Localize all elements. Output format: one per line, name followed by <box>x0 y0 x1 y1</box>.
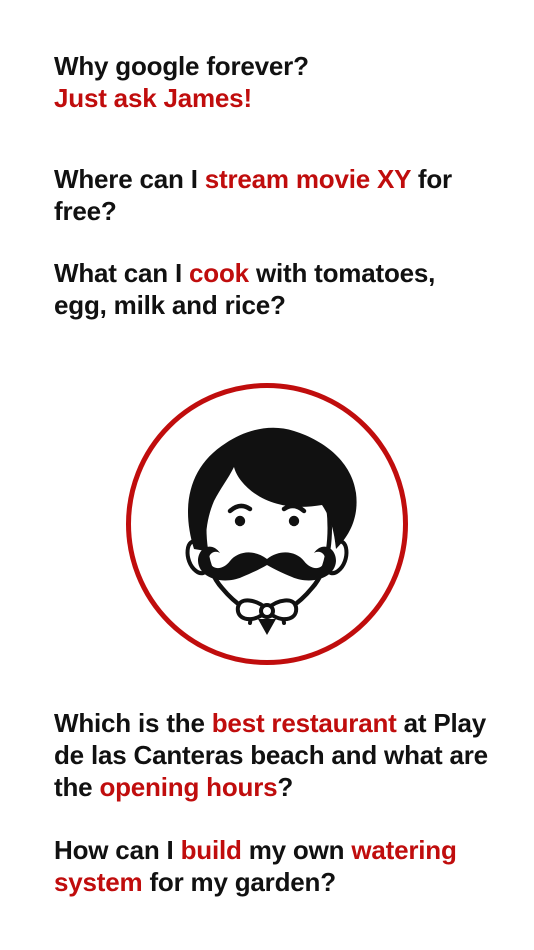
example-question-restaurant: Which is the best restaurant at Play de … <box>54 707 494 803</box>
example-question-watering: How can I build my own watering system f… <box>54 834 494 898</box>
question-text: Where can I <box>54 164 205 194</box>
question-keyword: stream movie XY <box>204 164 411 194</box>
intro-question: Why google forever? <box>54 51 309 81</box>
intro-heading: Why google forever? Just ask James! <box>54 50 494 114</box>
question-keyword: cook <box>189 258 249 288</box>
question-keyword: build <box>180 835 242 865</box>
question-keyword: best restaurant <box>211 708 397 738</box>
example-question-cook: What can I cook with tomatoes, egg, milk… <box>54 257 494 321</box>
question-text: Which is the <box>54 708 212 738</box>
question-text: What can I <box>54 258 190 288</box>
butler-mustache-icon <box>126 383 408 665</box>
question-text: How can I <box>54 835 181 865</box>
question-text: for my garden? <box>142 867 336 897</box>
question-keyword: opening hours <box>99 772 278 802</box>
intro-tagline: Just ask James! <box>54 83 252 113</box>
question-text: my own <box>241 835 352 865</box>
example-question-stream: Where can I stream movie XY for free? <box>54 163 494 227</box>
butler-logo <box>126 383 408 665</box>
question-text: ? <box>277 772 294 802</box>
